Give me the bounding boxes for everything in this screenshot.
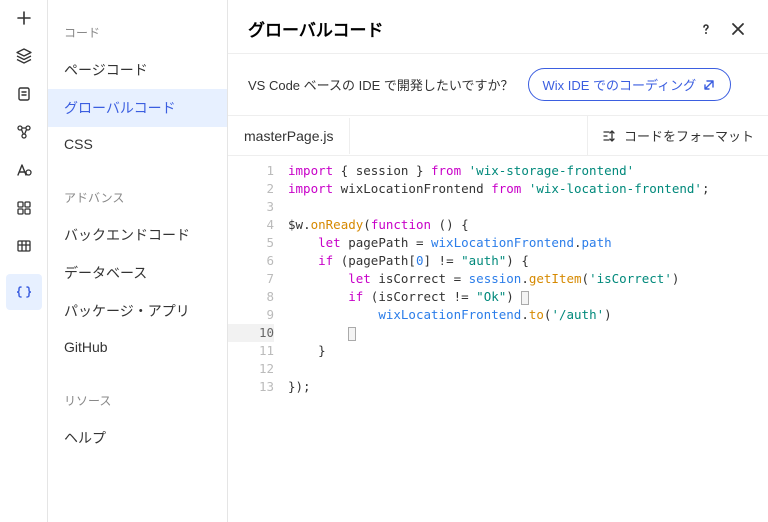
nav-sidebar: コードページコードグローバルコードCSS アドバンスバックエンドコードデータベース…	[48, 0, 228, 522]
nav-item[interactable]: GitHub	[48, 330, 227, 364]
help-icon[interactable]	[696, 19, 716, 39]
panel-header: グローバルコード	[228, 0, 768, 54]
code-editor[interactable]: 12345678910111213 import { session } fro…	[228, 156, 768, 522]
text-icon[interactable]	[14, 160, 34, 180]
panel-title: グローバルコード	[248, 16, 684, 41]
close-icon[interactable]	[728, 19, 748, 39]
promo-link-label: Wix IDE でのコーディング	[543, 75, 697, 94]
plus-icon[interactable]	[14, 8, 34, 28]
promo-link[interactable]: Wix IDE でのコーディング	[528, 68, 732, 101]
promo-text: VS Code ベースの IDE で開発したいですか？	[248, 75, 514, 94]
page-icon[interactable]	[14, 84, 34, 104]
format-icon	[602, 128, 618, 144]
format-button[interactable]: コードをフォーマット	[587, 116, 768, 155]
icon-sidebar	[0, 0, 48, 522]
promo-bar: VS Code ベースの IDE で開発したいですか？ Wix IDE でのコー…	[228, 54, 768, 116]
nav-item[interactable]: グローバルコード	[48, 89, 227, 127]
section-title: コード	[48, 20, 227, 51]
format-label: コードをフォーマット	[624, 126, 754, 145]
layers-icon[interactable]	[14, 46, 34, 66]
file-tab[interactable]: masterPage.js	[228, 118, 350, 154]
nav-item[interactable]: ヘルプ	[48, 419, 227, 457]
nav-item[interactable]: ページコード	[48, 51, 227, 89]
nav-item[interactable]: データベース	[48, 254, 227, 292]
line-gutter: 12345678910111213	[228, 156, 288, 522]
apps-icon[interactable]	[14, 198, 34, 218]
code-content[interactable]: import { session } from 'wix-storage-fro…	[288, 156, 768, 522]
nav-item[interactable]: バックエンドコード	[48, 216, 227, 254]
code-icon[interactable]	[6, 274, 42, 310]
database-icon[interactable]	[14, 236, 34, 256]
section-title: リソース	[48, 388, 227, 419]
nav-item[interactable]: CSS	[48, 127, 227, 161]
external-link-icon	[702, 78, 716, 92]
nav-item[interactable]: パッケージ・アプリ	[48, 292, 227, 330]
main-panel: グローバルコード VS Code ベースの IDE で開発したいですか？ Wix…	[228, 0, 768, 522]
section-title: アドバンス	[48, 185, 227, 216]
editor-tabs: masterPage.js コードをフォーマット	[228, 116, 768, 156]
connections-icon[interactable]	[14, 122, 34, 142]
